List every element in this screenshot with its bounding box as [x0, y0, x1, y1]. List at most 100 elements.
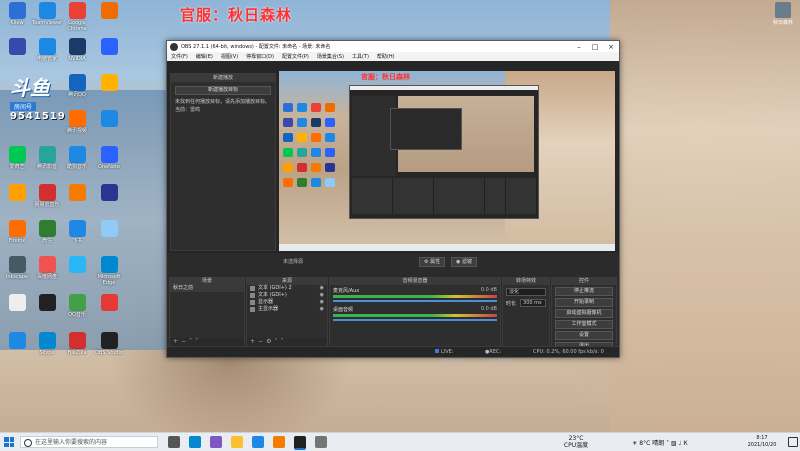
obs-window[interactable]: OBS 27.1.1 (64-bit, windows) - 配置文件: 未命名…	[166, 40, 620, 365]
volume-slider[interactable]	[333, 319, 497, 321]
taskbar-clock[interactable]: 8:17 2021/10/20	[742, 435, 782, 449]
add-source-icon[interactable]: +	[250, 338, 258, 345]
desktop-icon[interactable]	[32, 294, 62, 312]
maximize-icon[interactable]: □	[587, 43, 603, 51]
preview-canvas[interactable]: 官服：秋日森林	[279, 71, 615, 251]
desktop-icon[interactable]	[2, 332, 32, 350]
preview-icon	[325, 133, 335, 142]
new-target-button[interactable]: 新建播放目标	[175, 86, 271, 95]
desktop-icon[interactable]: Microsoft Edge	[94, 256, 124, 286]
desktop-icon[interactable]: Kliew	[2, 2, 32, 26]
eye-icon[interactable]: ◉	[320, 292, 324, 299]
clock-date: 2021/10/20	[747, 442, 777, 448]
multistream-panel: 新建播放 新建播放目标 未找到任何播放目标，请先添加播放目标。 当前：雷鸣	[170, 73, 276, 251]
source-item[interactable]: 显示器 ◉	[247, 299, 327, 306]
cpu-temp-widget[interactable]: 23°C CPU温度	[556, 435, 596, 449]
source-item[interactable]: 主显示器 ◉	[247, 306, 327, 313]
desktop-icon[interactable]: 电脑管家	[32, 38, 62, 62]
desktop-icon[interactable]: OneNote	[94, 146, 124, 170]
desktop-icon[interactable]	[94, 110, 124, 128]
weather-tray[interactable]: ☀ 8°C 晴朗 ˄ ▧ ♩ К	[632, 438, 688, 447]
desktop-icon[interactable]: 微信	[32, 220, 62, 244]
obs-icon[interactable]	[294, 436, 306, 450]
desktop-icon[interactable]: 爱奇艺	[2, 146, 32, 170]
menu-file[interactable]: 文件(F)	[167, 53, 192, 60]
task-view-icon[interactable]	[168, 436, 180, 448]
menu-view[interactable]: 视图(V)	[217, 53, 242, 60]
taskbar: 在这里输入你要搜索的内容 23°C CPU温度 ☀ 8°C 晴朗 ˄ ▧ ♩ К…	[0, 432, 800, 451]
desktop-icon[interactable]: 腾讯QQ	[62, 74, 92, 98]
eye-icon[interactable]: ◉	[320, 306, 324, 313]
edge-icon[interactable]	[189, 436, 201, 448]
desktop-icon[interactable]	[94, 38, 124, 56]
desktop-icon[interactable]	[94, 2, 124, 20]
desktop-icon[interactable]: NVIDIA	[62, 38, 92, 62]
desktop-icon[interactable]	[62, 256, 92, 274]
menu-tools[interactable]: 工具(T)	[348, 53, 373, 60]
scene-item[interactable]: 秋日之前	[170, 285, 244, 292]
eye-icon[interactable]: ◉	[320, 299, 324, 306]
desktop-icon[interactable]: TeamViewer	[32, 2, 62, 26]
search-placeholder: 在这里输入你要搜索的内容	[35, 439, 108, 446]
desktop-icon[interactable]	[94, 184, 124, 202]
close-icon[interactable]: ×	[603, 43, 619, 51]
move-down-icon[interactable]: ˅	[280, 338, 286, 345]
desktop-icon[interactable]: 百度网盘	[32, 256, 62, 280]
explorer-icon[interactable]	[231, 436, 243, 448]
desktop-icon[interactable]: 腾讯影音	[32, 146, 62, 170]
desktop-icon[interactable]: 网易云音乐	[32, 184, 62, 208]
menu-profile[interactable]: 配置文件(P)	[278, 53, 313, 60]
desktop-icon[interactable]: 飞书	[62, 220, 92, 244]
taskbar-search[interactable]: 在这里输入你要搜索的内容	[20, 436, 158, 448]
volume-slider[interactable]	[333, 300, 497, 302]
desktop-icon[interactable]: Inkscape	[2, 256, 32, 280]
source-item[interactable]: 文本 (GDI+) ◉	[247, 292, 327, 299]
desktop-icon[interactable]: Skype	[32, 332, 62, 356]
start-button[interactable]	[4, 437, 14, 447]
minimize-icon[interactable]: –	[571, 43, 587, 51]
menu-docks[interactable]: 停靠窗口(D)	[242, 53, 278, 60]
user-profile[interactable]: 秋日森林	[770, 2, 796, 26]
eye-icon[interactable]: ◉	[320, 285, 324, 292]
lark-icon[interactable]	[252, 436, 264, 448]
desktop-icon[interactable]: QQ音乐	[62, 294, 92, 318]
desktop-icon[interactable]: Google Chrome	[62, 2, 92, 32]
desktop-icon[interactable]: OBS Studio	[94, 332, 124, 356]
desktop-icon[interactable]	[2, 184, 32, 202]
start-recording-button[interactable]: 开始录制	[555, 298, 613, 307]
move-down-icon[interactable]: ˅	[195, 338, 201, 345]
duration-input[interactable]: 300 ms	[520, 299, 546, 307]
desktop-icon[interactable]	[94, 74, 124, 92]
menu-scene-collection[interactable]: 场景集合(S)	[313, 53, 348, 60]
desktop-icon[interactable]: Firefox	[2, 220, 32, 244]
source-label: 文本 (GDI+)	[258, 292, 287, 298]
settings-button[interactable]: 设置	[555, 331, 613, 340]
app-grey-icon[interactable]	[315, 436, 327, 448]
remove-scene-icon[interactable]: −	[181, 338, 189, 345]
properties-button[interactable]: ⚙ 属性	[419, 257, 446, 267]
desktop-icon[interactable]	[2, 38, 32, 56]
studio-mode-button[interactable]: 工作室模式	[555, 320, 613, 329]
stop-streaming-button[interactable]: 停止推流	[555, 287, 613, 296]
menu-help[interactable]: 帮助(H)	[373, 53, 399, 60]
virtual-camera-button[interactable]: 启动虚拟摄像机	[555, 309, 613, 318]
notification-icon[interactable]	[788, 437, 798, 447]
source-item[interactable]: 文本 (GDI+) 2 ◉	[247, 285, 327, 292]
store-icon[interactable]	[210, 436, 222, 448]
current-source-label: 未选择源	[283, 259, 304, 265]
desktop-icon[interactable]: 酷狗音乐	[62, 146, 92, 170]
window-titlebar[interactable]: OBS 27.1.1 (64-bit, windows) - 配置文件: 未命名…	[167, 41, 619, 52]
add-scene-icon[interactable]: +	[173, 338, 181, 345]
desktop-icon[interactable]	[94, 294, 124, 312]
menu-edit[interactable]: 编辑(E)	[192, 53, 217, 60]
desktop-icon[interactable]	[62, 184, 92, 202]
app-icon	[100, 74, 118, 91]
desktop-icon[interactable]	[2, 294, 32, 312]
remove-source-icon[interactable]: −	[258, 338, 266, 345]
desktop-icon[interactable]: 腾讯视频	[62, 110, 92, 134]
filters-button[interactable]: ◉ 滤镜	[451, 257, 477, 267]
desktop-icon[interactable]	[94, 220, 124, 238]
app-orange-icon[interactable]	[273, 436, 285, 448]
desktop-icon[interactable]: FileZilla	[62, 332, 92, 356]
transition-select[interactable]: 淡化	[506, 288, 546, 296]
